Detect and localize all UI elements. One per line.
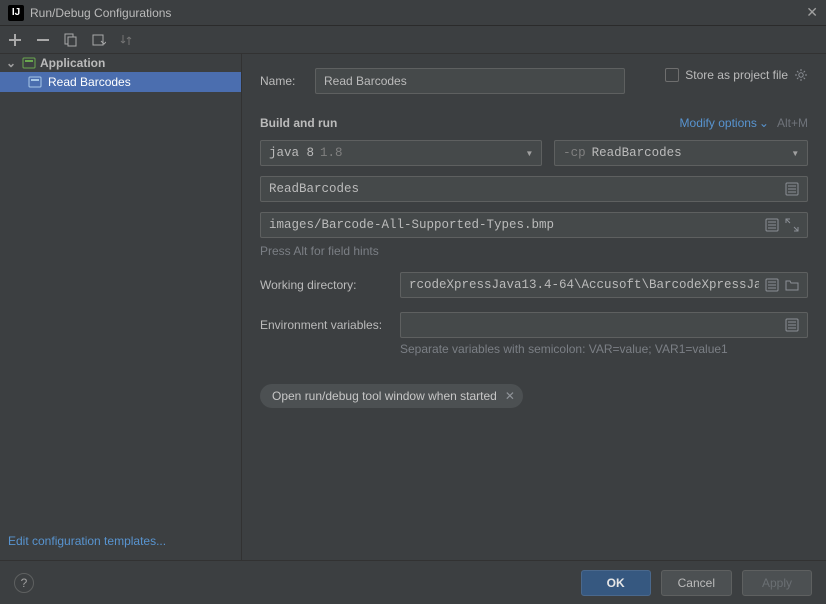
chip-label: Open run/debug tool window when started (272, 389, 497, 403)
application-type-icon (22, 56, 36, 70)
help-icon[interactable]: ? (14, 573, 34, 593)
option-chip[interactable]: Open run/debug tool window when started … (260, 384, 523, 408)
expand-icon[interactable] (785, 218, 799, 232)
sidebar: ⌄ Application Read Barcodes Edit configu… (0, 54, 242, 560)
env-vars-input[interactable] (400, 312, 808, 338)
main-class-input[interactable] (260, 176, 808, 202)
store-as-project-file[interactable]: Store as project file (665, 68, 808, 82)
window-title: Run/Debug Configurations (30, 6, 806, 20)
config-tree: ⌄ Application Read Barcodes (0, 54, 241, 526)
sort-icon[interactable] (118, 31, 136, 49)
run-config-icon (28, 75, 42, 89)
add-icon[interactable] (6, 31, 24, 49)
toolbar (0, 26, 826, 54)
cancel-button[interactable]: Cancel (661, 570, 732, 596)
field-hint: Press Alt for field hints (260, 244, 808, 258)
edit-templates-link[interactable]: Edit configuration templates... (8, 534, 166, 548)
tree-group-label: Application (40, 56, 105, 70)
list-icon[interactable] (785, 318, 799, 332)
app-icon: IJ (8, 5, 24, 21)
caret-down-icon: ▾ (526, 145, 534, 161)
section-label: Build and run (260, 116, 337, 130)
env-vars-label: Environment variables: (260, 318, 388, 332)
close-icon[interactable]: ✕ (505, 389, 515, 403)
modify-shortcut: Alt+M (777, 116, 808, 130)
tree-group-application[interactable]: ⌄ Application (0, 54, 241, 72)
expander-icon[interactable]: ⌄ (6, 56, 18, 70)
store-checkbox[interactable] (665, 68, 679, 82)
list-icon[interactable] (765, 278, 779, 292)
list-icon[interactable] (765, 218, 779, 232)
dialog-footer: ? OK Cancel Apply (0, 560, 826, 604)
build-run-section: Build and run Modify options ⌄ Alt+M (260, 116, 808, 130)
name-input[interactable] (315, 68, 625, 94)
program-args-input[interactable] (260, 212, 808, 238)
classpath-selector[interactable]: -cp ReadBarcodes ▾ (554, 140, 808, 166)
save-template-icon[interactable] (90, 31, 108, 49)
tree-item-label: Read Barcodes (48, 75, 131, 89)
close-icon[interactable]: ✕ (806, 4, 818, 21)
jdk-selector[interactable]: java 8 1.8 ▾ (260, 140, 542, 166)
chevron-down-icon: ⌄ (759, 116, 769, 130)
store-label: Store as project file (685, 68, 788, 82)
gear-icon[interactable] (794, 68, 808, 82)
modify-options-link[interactable]: Modify options ⌄ (680, 116, 769, 130)
folder-icon[interactable] (785, 278, 799, 292)
working-dir-label: Working directory: (260, 278, 388, 292)
name-label: Name: (260, 74, 315, 88)
ok-button[interactable]: OK (581, 570, 651, 596)
caret-down-icon: ▾ (791, 145, 799, 161)
apply-button: Apply (742, 570, 812, 596)
titlebar: IJ Run/Debug Configurations ✕ (0, 0, 826, 26)
list-icon[interactable] (785, 182, 799, 196)
main-panel: Name: Store as project file Build and ru… (242, 54, 826, 560)
tree-item-read-barcodes[interactable]: Read Barcodes (0, 72, 241, 92)
copy-icon[interactable] (62, 31, 80, 49)
env-hint: Separate variables with semicolon: VAR=v… (400, 342, 808, 356)
remove-icon[interactable] (34, 31, 52, 49)
working-dir-input[interactable] (400, 272, 808, 298)
